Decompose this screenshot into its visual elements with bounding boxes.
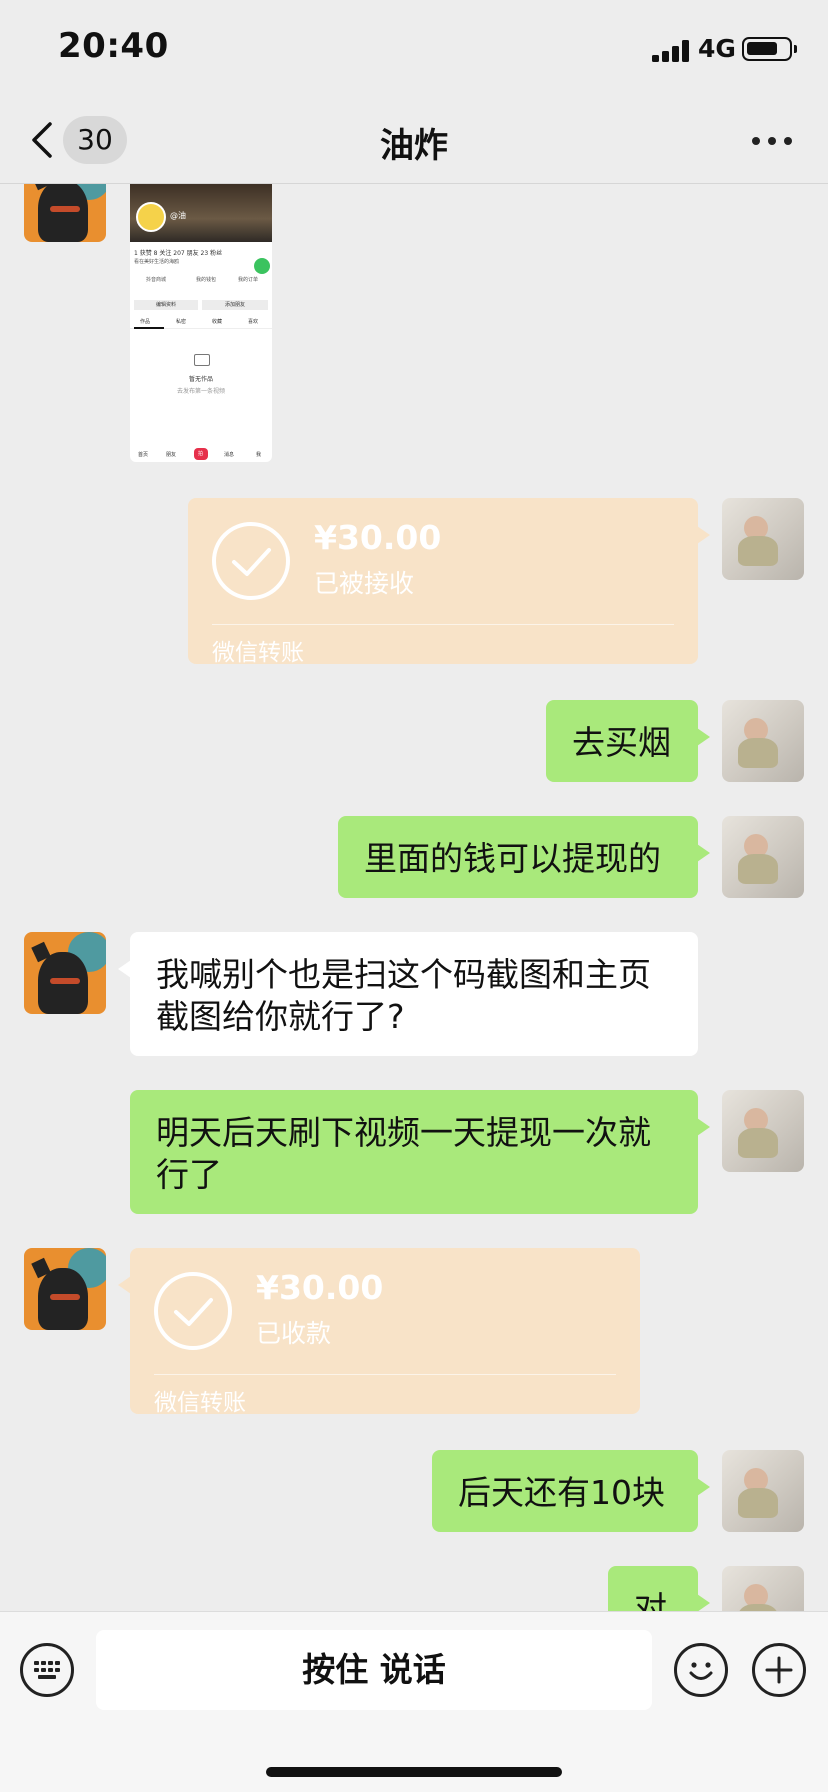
transfer-label: 微信转账 [154,1390,246,1416]
contact-avatar[interactable] [24,184,106,242]
check-circle-icon [212,522,290,600]
battery-icon [742,37,797,61]
keyboard-icon [34,1661,60,1679]
status-bar: 20:40 4G [0,0,828,100]
my-avatar[interactable] [722,1090,804,1172]
plus-icon [765,1656,793,1684]
check-circle-icon [154,1272,232,1350]
screenshot-bio: 看在美好生活的海鸥 [134,259,180,265]
transfer-label: 微信转账 [212,640,304,666]
screenshot-empty-sub: 去发布第一条视频 [176,388,225,395]
my-avatar[interactable] [722,498,804,580]
my-avatar[interactable] [722,1450,804,1532]
message-bubble-sent[interactable]: 里面的钱可以提现的 [338,816,710,898]
transfer-status: 已被接收 [314,569,415,598]
my-avatar[interactable] [722,700,804,782]
message-list[interactable]: @油 1 获赞 8 关注 207 朋友 23 粉丝 看在美好生活的海鸥 抖音商城… [0,184,828,1611]
message-bubble-sent[interactable]: 去买烟 [546,700,710,782]
my-avatar[interactable] [722,816,804,898]
home-indicator[interactable] [266,1767,562,1777]
chat-header: 30 油炸 [0,100,828,184]
screenshot-avatar [136,202,166,232]
emoji-button[interactable] [674,1643,728,1697]
keyboard-toggle-button[interactable] [20,1643,74,1697]
transfer-status: 已收款 [256,1319,332,1348]
image-message[interactable]: @油 1 获赞 8 关注 207 朋友 23 粉丝 看在美好生活的海鸥 抖音商城… [130,184,272,462]
screenshot-stats: 1 获赞 8 关注 207 朋友 23 粉丝 [134,250,223,257]
signal-icon [652,40,692,62]
more-actions-button[interactable] [752,1643,806,1697]
status-time: 20:40 [58,26,169,66]
emoji-icon [689,1662,713,1680]
message-bubble-sent[interactable]: 对 [608,1566,710,1611]
message-bubble-sent[interactable]: 明天后天刷下视频一天提现一次就行了 [130,1090,710,1214]
transfer-amount: ¥30.00 [314,518,442,557]
input-bar: 按住 说话 [0,1611,828,1792]
screenshot-profile-name: @油 [170,211,186,220]
transfer-amount: ¥30.00 [256,1268,384,1307]
contact-avatar[interactable] [24,932,106,1014]
screenshot-add-friend-button: 添加朋友 [202,300,268,310]
screenshot-create-icon: 拍 [194,448,208,460]
transfer-card-sent[interactable]: ¥30.00 已被接收 微信转账 [188,498,710,666]
more-icon[interactable] [752,137,792,147]
message-bubble-received[interactable]: 我喊别个也是扫这个码截图和主页截图给你就行了? [118,932,698,1056]
inbox-icon [194,354,210,366]
network-type: 4G [698,34,736,63]
transfer-card-received[interactable]: ¥30.00 已收款 微信转账 [118,1248,640,1416]
chat-title: 油炸 [380,126,448,166]
screenshot-edit-button: 编辑资料 [134,300,198,310]
hold-to-talk-button[interactable]: 按住 说话 [96,1630,652,1710]
screenshot-empty-title: 暂无作品 [188,376,213,383]
contact-avatar[interactable] [24,1248,106,1330]
my-avatar[interactable] [722,1566,804,1611]
message-bubble-sent[interactable]: 后天还有10块 [432,1450,710,1532]
screenshot-bottom-nav: 首页 朋友 拍 消息 我 [130,446,272,462]
wechat-logo-icon [254,258,270,274]
